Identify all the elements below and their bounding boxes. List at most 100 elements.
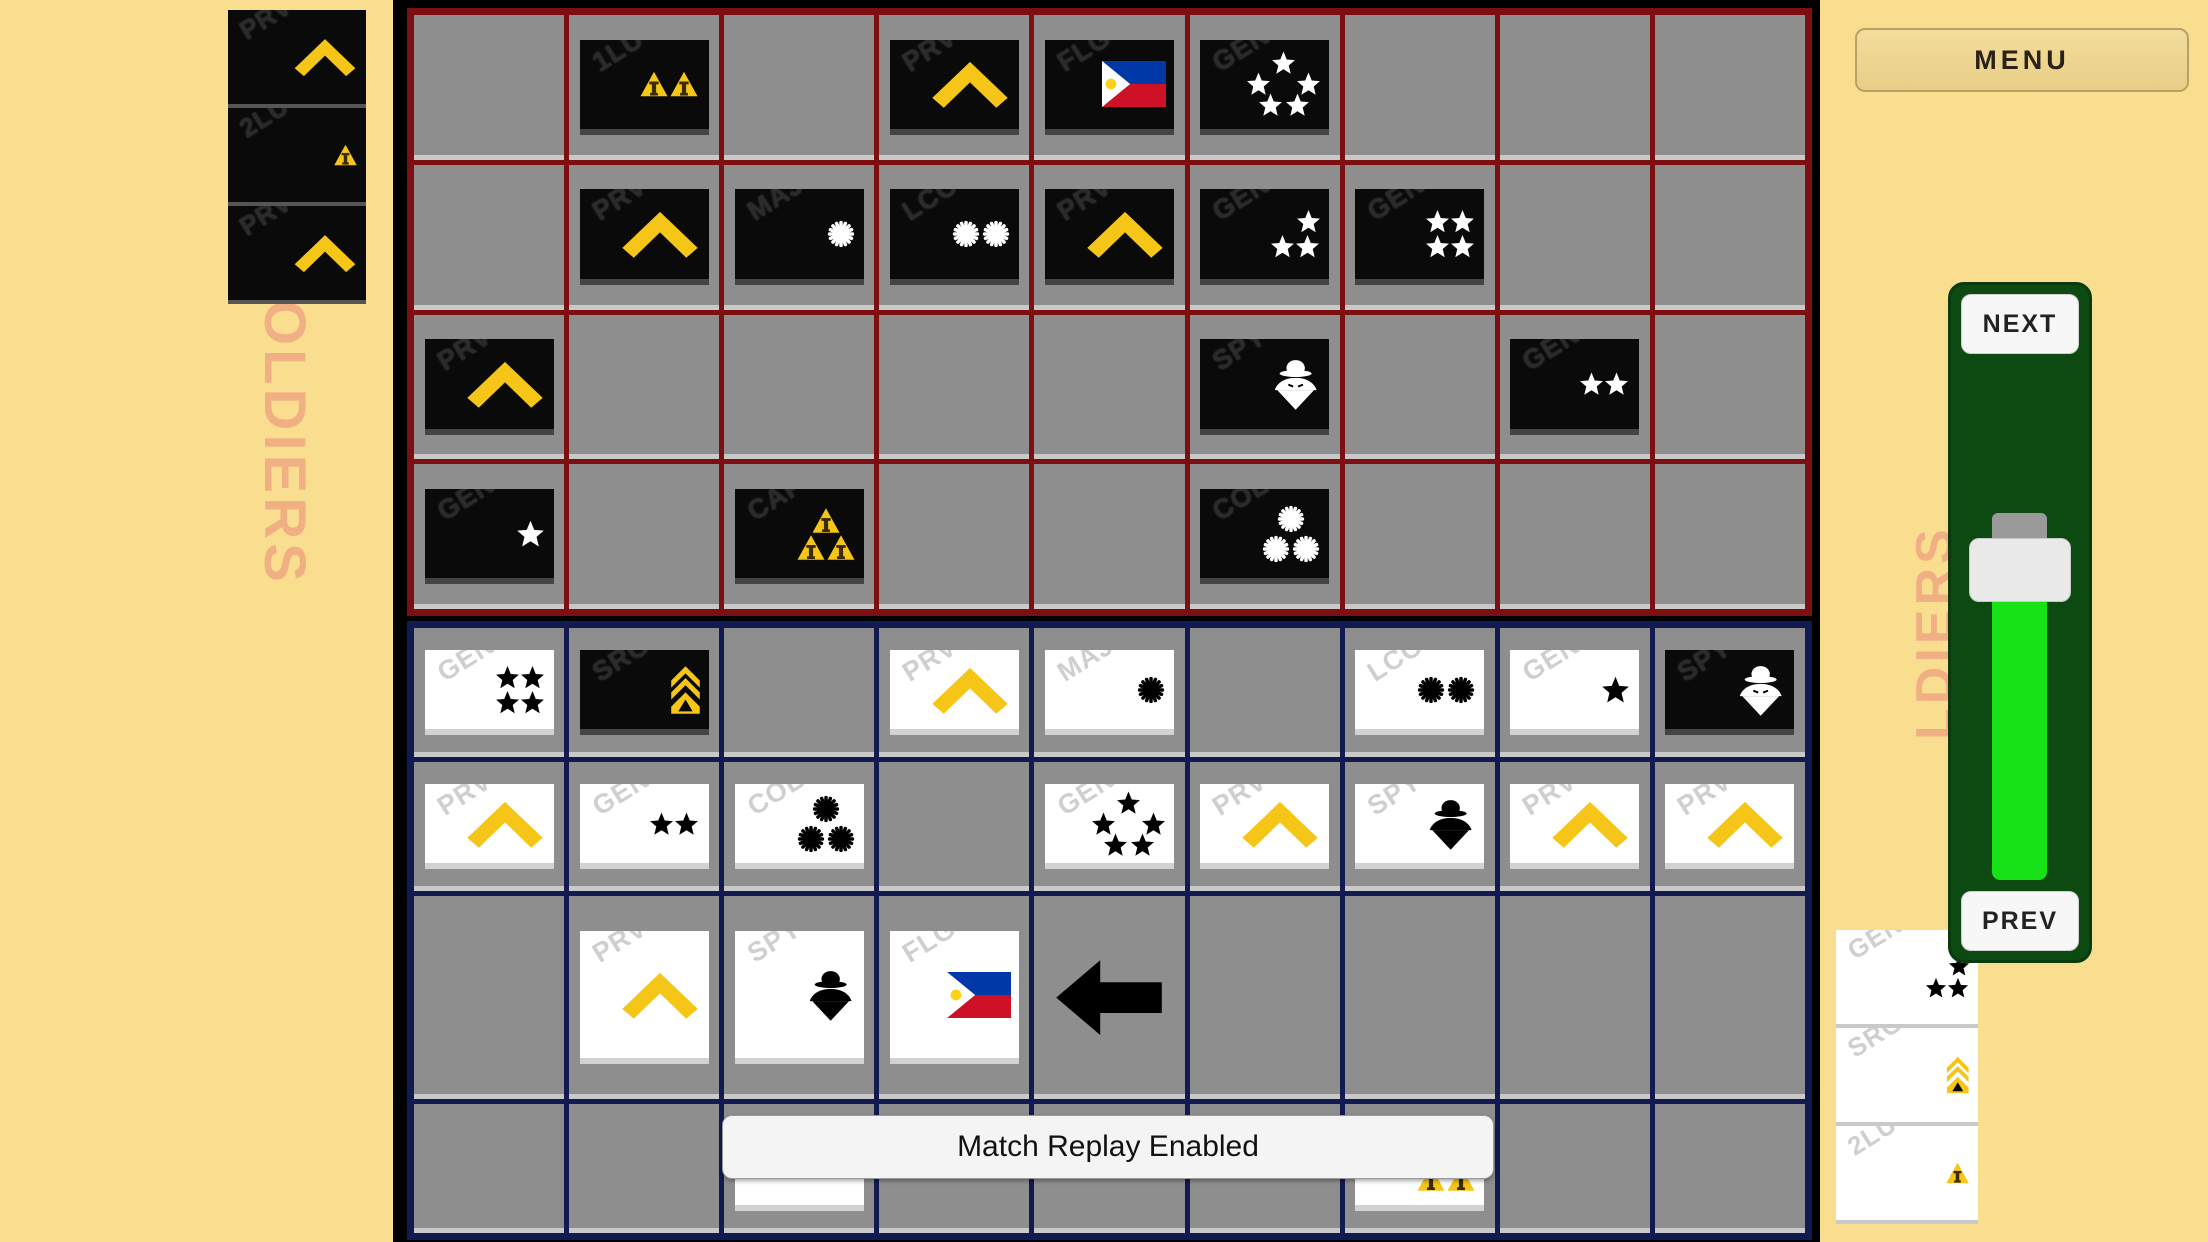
board-cell[interactable]: 1LU	[569, 15, 720, 160]
board-cell[interactable]: SPY	[1344, 762, 1495, 892]
board-cell[interactable]: GEN	[569, 762, 720, 892]
game-piece[interactable]: PRV	[1510, 784, 1640, 870]
board-cell[interactable]	[1499, 464, 1650, 609]
board-cell[interactable]	[1034, 314, 1185, 460]
board-cell[interactable]	[1344, 896, 1495, 1099]
game-piece[interactable]: MAJ	[734, 189, 864, 285]
board-cell[interactable]: PRV	[1499, 762, 1650, 892]
board-cell[interactable]	[1654, 1103, 1805, 1233]
board-cell[interactable]: GEN	[1189, 164, 1340, 310]
board-cell[interactable]	[569, 314, 720, 460]
board-cell[interactable]	[414, 15, 565, 160]
board-cell[interactable]: PRV	[569, 896, 720, 1099]
board-cell[interactable]: GEN	[414, 464, 565, 609]
game-piece[interactable]: PRV	[424, 784, 554, 870]
prev-button[interactable]: PREV	[1961, 891, 2079, 951]
game-piece[interactable]: SRG	[1836, 1028, 1978, 1126]
captured-pieces-left-stack[interactable]: PRV 2LU PRV	[228, 10, 366, 304]
board-cell[interactable]: PRV	[1654, 762, 1805, 892]
game-piece[interactable]: 2LU	[1836, 1126, 1978, 1224]
game-piece[interactable]: LCO	[889, 189, 1019, 285]
board-cell[interactable]	[1034, 464, 1185, 609]
board-cell[interactable]: PRV	[414, 314, 565, 460]
game-piece[interactable]: FLG	[889, 930, 1019, 1065]
game-piece[interactable]: CAP	[734, 488, 864, 585]
board-cell[interactable]: GEN	[1034, 762, 1185, 892]
game-piece[interactable]: 1LU	[579, 39, 709, 136]
game-piece[interactable]: PRV	[889, 649, 1019, 736]
board-cell[interactable]	[879, 464, 1030, 609]
board-cell[interactable]	[414, 1103, 565, 1233]
board-cell[interactable]: GEN	[1499, 628, 1650, 758]
board-cell[interactable]	[1654, 896, 1805, 1099]
game-piece[interactable]: PRV	[1044, 189, 1175, 285]
board-cell[interactable]	[1344, 314, 1495, 460]
game-piece[interactable]: GEN	[424, 649, 554, 736]
board-cell[interactable]: CAP	[724, 464, 875, 609]
game-piece[interactable]: GEN	[579, 784, 709, 870]
game-piece[interactable]: SPY	[1355, 784, 1485, 870]
board-cell[interactable]	[1344, 15, 1495, 160]
board-cell[interactable]	[1654, 15, 1805, 160]
board-cell[interactable]	[1189, 896, 1340, 1099]
board-cell[interactable]: PRV	[414, 762, 565, 892]
board-cell[interactable]	[1654, 164, 1805, 310]
board-cell[interactable]: MAJ	[724, 164, 875, 310]
board-cell[interactable]: GEN	[1344, 164, 1495, 310]
board-cell[interactable]	[879, 762, 1030, 892]
game-piece[interactable]: PRV	[1200, 784, 1330, 870]
board-cell[interactable]	[414, 896, 565, 1099]
board-cell[interactable]	[879, 314, 1030, 460]
board-cell[interactable]: COL	[1189, 464, 1340, 609]
game-piece[interactable]: FLG	[1044, 39, 1175, 136]
board-cell[interactable]: LCO	[1344, 628, 1495, 758]
game-piece[interactable]: SRG	[579, 649, 709, 736]
board-cell[interactable]: FLG	[879, 896, 1030, 1099]
board-cell[interactable]	[1034, 896, 1185, 1099]
game-piece[interactable]: GEN	[1044, 784, 1175, 870]
game-piece[interactable]: PRV	[228, 206, 366, 304]
board-cell[interactable]: SRG	[569, 628, 720, 758]
menu-button[interactable]: MENU	[1855, 28, 2189, 92]
game-piece[interactable]: GEN	[1200, 39, 1330, 136]
board-cell[interactable]	[569, 1103, 720, 1233]
board-cell[interactable]	[724, 15, 875, 160]
game-piece[interactable]: GEN	[1510, 649, 1640, 736]
slider-thumb[interactable]	[1969, 538, 2071, 602]
board-cell[interactable]: PRV	[569, 164, 720, 310]
game-piece[interactable]: GEN	[1355, 189, 1485, 285]
board-cell[interactable]: SPY	[1189, 314, 1340, 460]
captured-pieces-right-stack[interactable]: GEN SRG 2LU	[1836, 930, 1978, 1224]
game-piece[interactable]: PRV	[228, 10, 366, 108]
game-piece[interactable]: SPY	[734, 930, 864, 1065]
board-cell[interactable]	[1499, 1103, 1650, 1233]
game-piece[interactable]: MAJ	[1044, 649, 1175, 736]
board-cell[interactable]: GEN	[1499, 314, 1650, 460]
game-piece[interactable]: GEN	[1510, 339, 1640, 435]
board-cell[interactable]	[724, 314, 875, 460]
board-cell[interactable]: GEN	[414, 628, 565, 758]
game-piece[interactable]: LCO	[1355, 649, 1485, 736]
board-cell[interactable]: COL	[724, 762, 875, 892]
board-cell[interactable]	[1189, 628, 1340, 758]
board-cell[interactable]: PRV	[1034, 164, 1185, 310]
game-piece[interactable]: COL	[1200, 488, 1330, 585]
board-cell[interactable]: PRV	[879, 628, 1030, 758]
game-piece[interactable]: 2LU	[228, 108, 366, 206]
game-piece[interactable]: PRV	[424, 339, 554, 435]
game-piece[interactable]: SPY	[1200, 339, 1330, 435]
board-cell[interactable]: MAJ	[1034, 628, 1185, 758]
next-button[interactable]: NEXT	[1961, 294, 2079, 354]
board-cell[interactable]	[1654, 314, 1805, 460]
game-piece[interactable]: PRV	[1665, 784, 1795, 870]
game-piece[interactable]: PRV	[579, 930, 709, 1065]
board-cell[interactable]	[569, 464, 720, 609]
game-piece[interactable]: PRV	[889, 39, 1019, 136]
board-cell[interactable]: SPY	[724, 896, 875, 1099]
board-cell[interactable]: PRV	[1189, 762, 1340, 892]
board-cell[interactable]	[724, 628, 875, 758]
board-cell[interactable]: SPY	[1654, 628, 1805, 758]
board-cell[interactable]: LCO	[879, 164, 1030, 310]
board-cell[interactable]	[1499, 164, 1650, 310]
game-piece[interactable]: GEN	[424, 488, 554, 585]
